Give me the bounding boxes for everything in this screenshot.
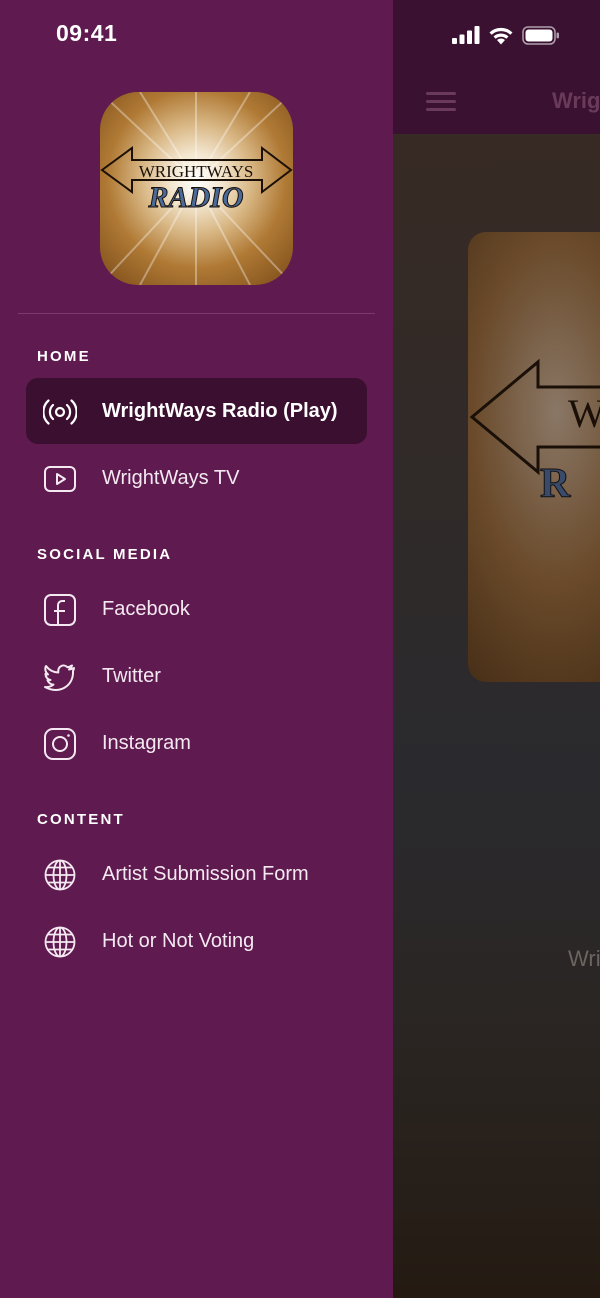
svg-text:R: R bbox=[540, 461, 571, 507]
section-header-content: CONTENT bbox=[37, 811, 125, 828]
instagram-icon bbox=[44, 728, 76, 760]
nav-label-radio: WrightWays Radio (Play) bbox=[102, 400, 338, 422]
nav-item-twitter[interactable]: Twitter bbox=[26, 643, 367, 709]
logo-bottom-text: RADIO bbox=[147, 181, 243, 214]
background-title: Wrig bbox=[552, 88, 600, 113]
side-drawer: 09:41 WRIGHTWAYS RADIO HOME WrightWays R… bbox=[0, 0, 393, 1298]
nav-label-hot-or-not-voting: Hot or Not Voting bbox=[102, 930, 255, 952]
hamburger-menu-icon[interactable] bbox=[426, 92, 456, 112]
nav-item-wrightways-radio[interactable]: WrightWays Radio (Play) bbox=[26, 378, 367, 444]
nav-item-hot-or-not-voting[interactable]: Hot or Not Voting bbox=[26, 908, 367, 974]
status-time: 09:41 bbox=[56, 20, 118, 46]
nav-label-tv: WrightWays TV bbox=[102, 467, 240, 489]
status-bar-icons bbox=[452, 24, 560, 46]
nav-label-instagram: Instagram bbox=[102, 732, 191, 754]
facebook-icon bbox=[44, 594, 76, 626]
logo-top-text: WRIGHTWAYS bbox=[139, 162, 254, 181]
nav-item-facebook[interactable]: Facebook bbox=[26, 576, 367, 642]
radio-broadcast-icon bbox=[43, 399, 77, 425]
background-album-artwork: W R bbox=[468, 232, 600, 682]
svg-text:W: W bbox=[568, 391, 600, 436]
nav-item-wrightways-tv[interactable]: WrightWays TV bbox=[26, 445, 367, 511]
section-header-social-media: SOCIAL MEDIA bbox=[37, 546, 173, 563]
play-video-icon bbox=[44, 466, 76, 492]
app-logo: WRIGHTWAYS RADIO bbox=[100, 92, 293, 285]
background-caption: Wri bbox=[568, 946, 600, 971]
nav-item-instagram[interactable]: Instagram bbox=[26, 710, 367, 776]
nav-label-twitter: Twitter bbox=[102, 665, 161, 687]
drawer-divider bbox=[18, 313, 375, 314]
section-header-home: HOME bbox=[37, 348, 91, 365]
battery-icon bbox=[522, 25, 559, 45]
nav-item-artist-submission-form[interactable]: Artist Submission Form bbox=[26, 841, 367, 907]
nav-label-facebook: Facebook bbox=[102, 598, 190, 620]
globe-icon bbox=[44, 926, 76, 958]
wifi-icon bbox=[489, 27, 513, 44]
globe-icon bbox=[44, 859, 76, 891]
nav-label-artist-submission-form: Artist Submission Form bbox=[102, 863, 309, 885]
twitter-icon bbox=[44, 664, 75, 691]
signal-icon bbox=[452, 26, 480, 44]
